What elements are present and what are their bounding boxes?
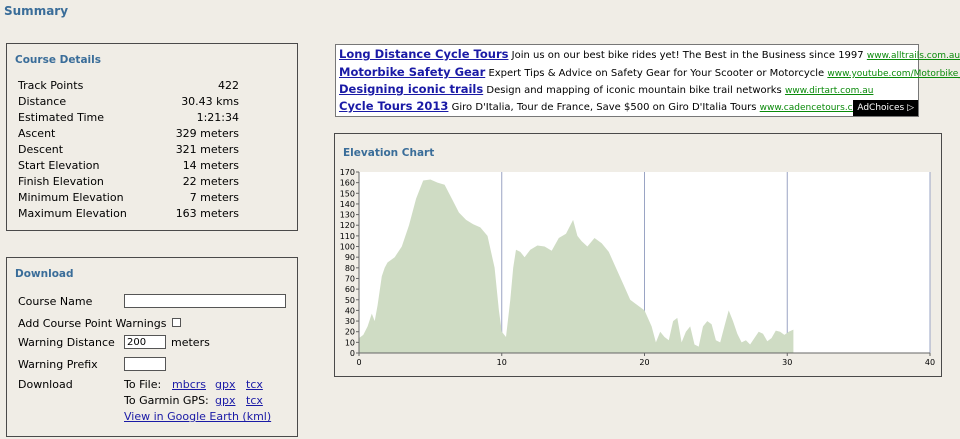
y-tick-label: 10	[345, 338, 355, 347]
download-tcx-link[interactable]: tcx	[246, 378, 263, 391]
garmin-tcx-link[interactable]: tcx	[246, 394, 263, 407]
detail-label: Descent	[18, 143, 64, 156]
x-tick-label: 0	[356, 358, 361, 367]
course-name-label: Course Name	[18, 295, 93, 308]
garmin-label: To Garmin GPS:	[124, 394, 209, 407]
y-tick-label: 20	[345, 328, 355, 337]
course-details-heading: Course Details	[15, 54, 101, 66]
ad-item[interactable]: Long Distance Cycle Tours Join us on our…	[339, 45, 960, 63]
detail-value: 30.43 kms	[181, 95, 239, 108]
detail-label: Track Points	[18, 79, 84, 92]
ad-url[interactable]: www.youtube.com/Motorbike_Safety	[827, 69, 960, 79]
download-panel: Download Course Name Add Course Point Wa…	[6, 257, 298, 437]
elevation-chart: 0102030405060708090100110120130140150160…	[340, 168, 935, 367]
y-tick-label: 170	[340, 168, 355, 177]
detail-value: 7 meters	[189, 191, 239, 204]
detail-label: Finish Elevation	[18, 175, 104, 188]
ad-headline[interactable]: Designing iconic trails	[339, 82, 483, 96]
ad-headline[interactable]: Cycle Tours 2013	[339, 99, 448, 113]
to-file-label: To File:	[124, 378, 162, 391]
ad-text: Expert Tips & Advice on Safety Gear for …	[488, 68, 825, 79]
y-tick-label: 120	[340, 221, 355, 230]
detail-value: 1:21:34	[196, 111, 239, 124]
elevation-chart-panel: Elevation Chart 0 10 20 30 40 50 60 70 80 90 100 11…	[334, 133, 942, 377]
detail-value: 22 meters	[182, 175, 239, 188]
detail-row: Track Points 422	[18, 78, 288, 94]
y-tick-label: 80	[345, 264, 355, 273]
x-tick-label: 20	[639, 358, 649, 367]
ad-url[interactable]: www.alltrails.com.au	[867, 51, 960, 61]
y-tick-label: 40	[345, 306, 355, 315]
warning-distance-unit: meters	[171, 336, 210, 349]
y-tick-label: 150	[340, 189, 355, 198]
detail-row: Start Elevation 14 meters	[18, 158, 288, 174]
y-tick-label: 130	[340, 211, 355, 220]
detail-row: Estimated Time 1:21:34	[18, 110, 288, 126]
x-tick-label: 30	[782, 358, 792, 367]
detail-label: Ascent	[18, 127, 56, 140]
warning-prefix-input[interactable]	[124, 357, 166, 371]
detail-row: Maximum Elevation 163 meters	[18, 206, 288, 222]
course-details-panel: Course Details Track Points 422 Distance 30…	[6, 43, 298, 231]
ad-headline[interactable]: Motorbike Safety Gear	[339, 65, 485, 79]
detail-value: 14 meters	[182, 159, 239, 172]
ad-text: Join us on our best bike rides yet! The …	[511, 50, 864, 61]
y-tick-label: 50	[345, 296, 355, 305]
detail-value: 329 meters	[175, 127, 239, 140]
detail-label: Start Elevation	[18, 159, 100, 172]
y-tick-label: 30	[345, 317, 355, 326]
page-title: Summary	[4, 4, 69, 18]
y-tick-label: 160	[340, 179, 355, 188]
ad-text: Giro D'Italia, Tour de France, Save $500…	[451, 102, 757, 113]
detail-value: 163 meters	[175, 207, 239, 220]
ad-text: Design and mapping of iconic mountain bi…	[486, 85, 782, 96]
course-name-input[interactable]	[124, 294, 286, 308]
ad-item[interactable]: Motorbike Safety Gear Expert Tips & Advi…	[339, 63, 960, 81]
y-tick-label: 90	[345, 253, 355, 262]
detail-label: Minimum Elevation	[18, 191, 124, 204]
detail-row: Finish Elevation 22 meters	[18, 174, 288, 190]
x-tick-label: 10	[497, 358, 507, 367]
y-tick-label: 0	[350, 349, 355, 358]
download-mbcrs-link[interactable]: mbcrs	[172, 378, 206, 391]
detail-label: Estimated Time	[18, 111, 104, 124]
y-tick-label: 100	[340, 243, 355, 252]
google-earth-link[interactable]: View in Google Earth (kml)	[124, 410, 271, 423]
garmin-gpx-link[interactable]: gpx	[215, 394, 235, 407]
detail-label: Maximum Elevation	[18, 207, 127, 220]
detail-row: Descent 321 meters	[18, 142, 288, 158]
course-point-warnings-checkbox[interactable]	[172, 318, 181, 327]
detail-row: Ascent 329 meters	[18, 126, 288, 142]
y-tick-label: 70	[345, 274, 355, 283]
x-tick-label: 40	[925, 358, 935, 367]
warning-prefix-label: Warning Prefix	[18, 358, 98, 371]
ad-item[interactable]: Designing iconic trails Design and mappi…	[339, 80, 873, 98]
detail-label: Distance	[18, 95, 67, 108]
detail-value: 321 meters	[175, 143, 239, 156]
download-gpx-link[interactable]: gpx	[215, 378, 235, 391]
y-tick-label: 140	[340, 200, 355, 209]
detail-row: Minimum Elevation 7 meters	[18, 190, 288, 206]
y-tick-label: 110	[340, 232, 355, 241]
adchoices-badge[interactable]: AdChoices ▷	[853, 100, 918, 116]
warning-distance-label: Warning Distance	[18, 336, 115, 349]
ad-block: Long Distance Cycle Tours Join us on our…	[335, 44, 960, 117]
warning-distance-input[interactable]	[124, 335, 166, 349]
detail-value: 422	[218, 79, 239, 92]
detail-row: Distance 30.43 kms	[18, 94, 288, 110]
course-point-warnings-label: Add Course Point Warnings	[18, 317, 167, 330]
download-label: Download	[18, 378, 73, 391]
download-heading: Download	[15, 268, 74, 280]
ad-item[interactable]: Cycle Tours 2013 Giro D'Italia, Tour de …	[339, 97, 881, 115]
ad-url[interactable]: www.dirtart.com.au	[785, 86, 873, 96]
ad-headline[interactable]: Long Distance Cycle Tours	[339, 47, 508, 61]
y-tick-label: 60	[345, 285, 355, 294]
